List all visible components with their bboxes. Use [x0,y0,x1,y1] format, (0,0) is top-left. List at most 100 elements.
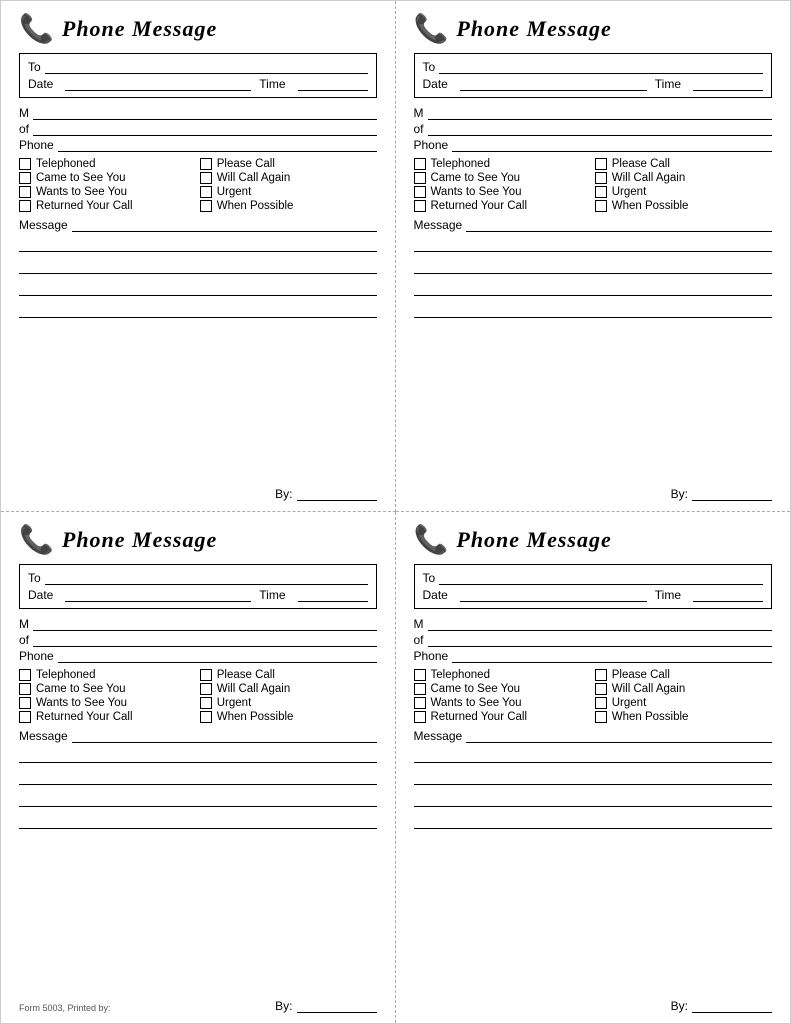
card-2: 📞 Phone Message To Date Time M of [396,1,791,512]
check-label-returnedcall-3: Returned Your Call [36,711,133,723]
card-2-title: Phone Message [456,16,611,42]
card-3-box: To Date Time [19,564,377,609]
message-label-4: Message [414,729,463,743]
checkbox-willcallagain-4[interactable] [595,683,607,695]
message-line5-3 [19,811,377,829]
checkbox-telephoned-1[interactable] [19,158,31,170]
by-underline-4 [692,999,772,1013]
to-label-3: To [28,571,41,585]
check-willcallagain-1: Will Call Again [200,172,377,184]
checkbox-cametoseeyou-4[interactable] [414,683,426,695]
checkbox-cametoseeyou-2[interactable] [414,172,426,184]
message-underline-2 [466,218,772,232]
checkbox-returnedcall-1[interactable] [19,200,31,212]
checkbox-whenpossible-4[interactable] [595,711,607,723]
checkbox-pleasecall-2[interactable] [595,158,607,170]
phone-label-4: Phone [414,649,449,663]
card-3-fields: M of Phone [19,617,377,665]
check-label-pleasecall-1: Please Call [217,158,275,170]
checkbox-whenpossible-2[interactable] [595,200,607,212]
message-first-line-2: Message [414,218,773,232]
of-field-3: of [19,633,377,647]
check-urgent-3: Urgent [200,697,377,709]
check-label-willcallagain-2: Will Call Again [612,172,686,184]
check-cametoseeyou-1: Came to See You [19,172,196,184]
message-line4-3 [19,789,377,807]
checkbox-urgent-3[interactable] [200,697,212,709]
by-label-2: By: [671,487,688,501]
check-pleasecall-4: Please Call [595,669,772,681]
phone-field-3: Phone [19,649,377,663]
date-label-2: Date [423,77,448,91]
to-underline-4 [439,571,763,585]
checkbox-pleasecall-3[interactable] [200,669,212,681]
message-line3-3 [19,767,377,785]
check-pleasecall-3: Please Call [200,669,377,681]
card-1-box: To Date Time [19,53,377,98]
checkbox-pleasecall-4[interactable] [595,669,607,681]
of-underline-3 [33,633,376,647]
check-wantstoseeyou-2: Wants to See You [414,186,591,198]
checkbox-pleasecall-1[interactable] [200,158,212,170]
check-returnedcall-3: Returned Your Call [19,711,196,723]
checkbox-willcallagain-1[interactable] [200,172,212,184]
message-underline-1 [72,218,377,232]
checkbox-urgent-1[interactable] [200,186,212,198]
checkbox-wantstoseeyou-2[interactable] [414,186,426,198]
check-label-returnedcall-2: Returned Your Call [431,200,528,212]
checkbox-telephoned-3[interactable] [19,669,31,681]
check-label-wantstoseeyou-4: Wants to See You [431,697,522,709]
checkbox-wantstoseeyou-3[interactable] [19,697,31,709]
checkbox-cametoseeyou-1[interactable] [19,172,31,184]
by-label-3: By: [275,999,292,1013]
to-field-1: To [28,60,368,74]
checkbox-willcallagain-3[interactable] [200,683,212,695]
message-line5-2 [414,300,773,318]
checkbox-cametoseeyou-3[interactable] [19,683,31,695]
card-2-fields: M of Phone [414,106,773,154]
phone-underline-4 [452,649,772,663]
date-label-3: Date [28,588,53,602]
phone-label-1: Phone [19,138,54,152]
check-whenpossible-2: When Possible [595,200,772,212]
checkbox-urgent-4[interactable] [595,697,607,709]
checkbox-urgent-2[interactable] [595,186,607,198]
to-label-1: To [28,60,41,74]
phone-icon-3: 📞 [19,526,54,554]
check-pleasecall-2: Please Call [595,158,772,170]
message-line4-4 [414,789,773,807]
checkbox-returnedcall-4[interactable] [414,711,426,723]
check-wantstoseeyou-4: Wants to See You [414,697,591,709]
card-2-checkboxes: Telephoned Please Call Came to See You W… [414,158,773,212]
card-4-checkboxes: Telephoned Please Call Came to See You W… [414,669,773,723]
checkbox-telephoned-4[interactable] [414,669,426,681]
check-label-willcallagain-1: Will Call Again [217,172,291,184]
message-line4-1 [19,278,377,296]
to-label-4: To [423,571,436,585]
checkbox-wantstoseeyou-4[interactable] [414,697,426,709]
checkbox-wantstoseeyou-1[interactable] [19,186,31,198]
card-2-box: To Date Time [414,53,773,98]
check-wantstoseeyou-3: Wants to See You [19,697,196,709]
m-field-4: M [414,617,773,631]
card-1-title: Phone Message [62,16,217,42]
checkbox-whenpossible-1[interactable] [200,200,212,212]
date-underline-2 [460,77,647,91]
check-telephoned-4: Telephoned [414,669,591,681]
message-line3-2 [414,256,773,274]
by-line-3: By: [275,999,376,1013]
card-1: 📞 Phone Message To Date Time M of [1,1,396,512]
message-first-line-1: Message [19,218,377,232]
message-label-1: Message [19,218,68,232]
time-underline-1 [298,77,368,91]
checkbox-returnedcall-3[interactable] [19,711,31,723]
phone-icon-4: 📞 [414,526,449,554]
m-field-3: M [19,617,377,631]
checkbox-whenpossible-3[interactable] [200,711,212,723]
date-time-row-1: Date Time [28,77,368,91]
checkbox-telephoned-2[interactable] [414,158,426,170]
checkbox-willcallagain-2[interactable] [595,172,607,184]
phone-icon-1: 📞 [19,15,54,43]
checkbox-returnedcall-2[interactable] [414,200,426,212]
date-underline-3 [65,588,251,602]
